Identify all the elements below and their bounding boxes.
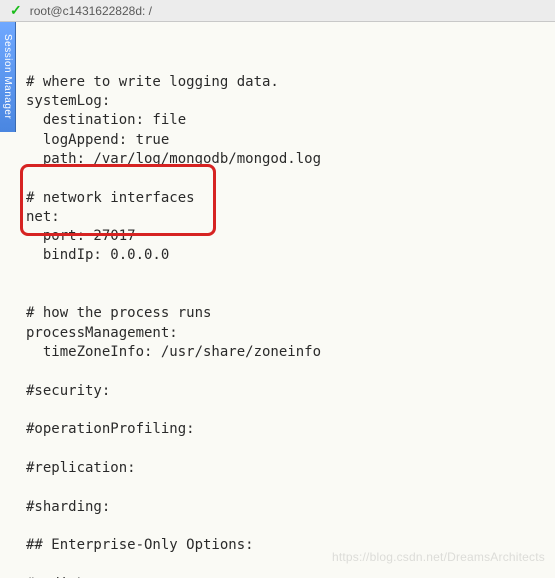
terminal-viewport[interactable]: # where to write logging data. systemLog… xyxy=(16,22,555,578)
session-manager-tab[interactable]: Session Manager xyxy=(0,22,16,132)
terminal-content: # where to write logging data. systemLog… xyxy=(26,73,545,578)
window-title: root@c1431622828d: / xyxy=(30,4,152,18)
window-titlebar: ✓ root@c1431622828d: / xyxy=(0,0,555,22)
check-icon: ✓ xyxy=(10,2,22,19)
watermark-text: https://blog.csdn.net/DreamsArchitects xyxy=(332,550,545,564)
session-manager-label: Session Manager xyxy=(2,34,13,119)
